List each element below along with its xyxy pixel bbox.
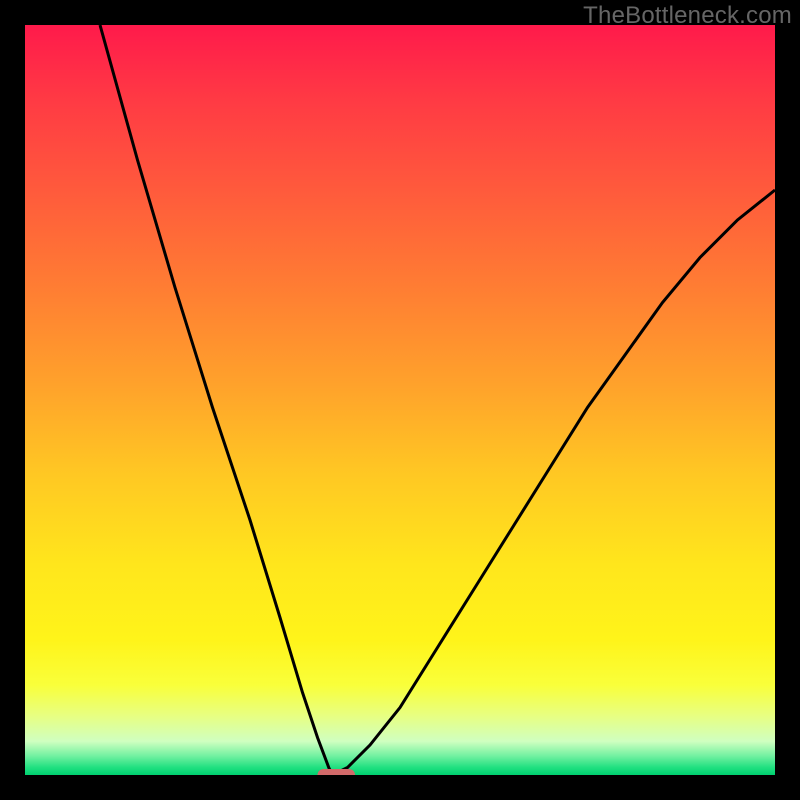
chart-frame: TheBottleneck.com: [0, 0, 800, 800]
optimum-marker: [318, 769, 356, 775]
watermark-text: TheBottleneck.com: [583, 2, 792, 30]
gradient-background: [25, 25, 775, 775]
plot-area: [25, 25, 775, 775]
plot-svg: [25, 25, 775, 775]
